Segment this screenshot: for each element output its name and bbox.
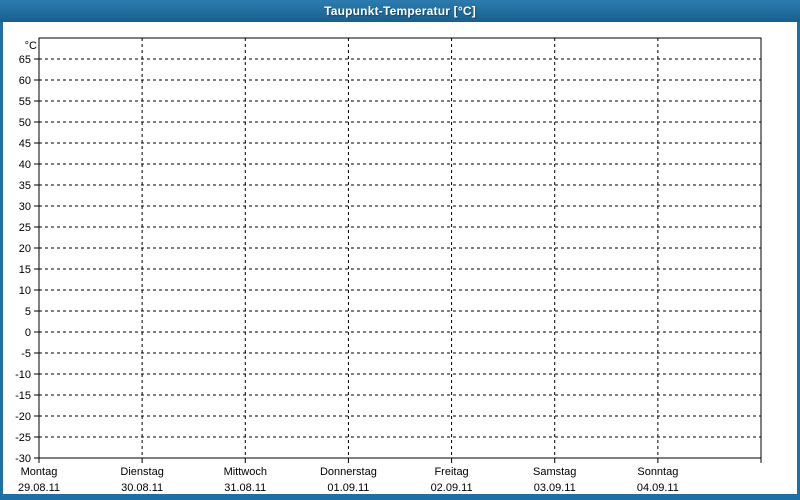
y-tick-label: 20 [19, 243, 31, 255]
x-day-label: Donnerstag [320, 466, 377, 478]
x-date-label: 02.09.11 [431, 482, 473, 494]
y-tick-label: 60 [19, 75, 31, 87]
y-tick-label: 25 [19, 222, 31, 234]
y-axis-unit-label: °C [25, 40, 37, 52]
window-title-bar: Taupunkt-Temperatur [°C] [0, 0, 800, 22]
x-day-label: Sonntag [637, 466, 678, 478]
y-tick-label: 35 [19, 180, 31, 192]
x-date-label: 30.08.11 [121, 482, 163, 494]
y-tick-label: 5 [25, 306, 31, 318]
x-day-label: Samstag [533, 466, 576, 478]
y-tick-label: 10 [19, 285, 31, 297]
window-title: Taupunkt-Temperatur [°C] [324, 4, 476, 18]
y-tick-label: 15 [19, 264, 31, 276]
x-day-label: Mittwoch [224, 466, 267, 478]
chart-window: Taupunkt-Temperatur [°C] °C 65 60 55 50 45 40 3… [0, 0, 800, 500]
x-date-label: 29.08.11 [18, 482, 60, 494]
x-day-label: Montag [21, 466, 58, 478]
x-day-label: Dienstag [120, 466, 163, 478]
y-tick-label: -25 [15, 432, 31, 444]
x-date-label: 31.08.11 [224, 482, 266, 494]
y-tick-label: 0 [25, 327, 31, 339]
y-tick-label: 55 [19, 96, 31, 108]
y-tick-label: 45 [19, 138, 31, 150]
x-day-label: Freitag [434, 466, 468, 478]
x-date-label: 03.09.11 [534, 482, 576, 494]
y-tick-label: -20 [15, 411, 31, 423]
y-tick-label: 30 [19, 201, 31, 213]
x-date-label: 04.09.11 [637, 482, 679, 494]
y-tick-label: 65 [19, 54, 31, 66]
y-tick-label: -10 [15, 369, 31, 381]
chart-canvas: °C65605550454035302520151050-5-10-15-20-… [15, 37, 762, 494]
y-tick-label: 40 [19, 159, 31, 171]
x-date-label: 01.09.11 [327, 482, 369, 494]
y-tick-label: -30 [15, 453, 31, 465]
y-tick-label: -5 [21, 348, 31, 360]
y-tick-label: -15 [15, 390, 31, 402]
y-tick-label: 50 [19, 117, 31, 129]
chart-area: °C 65 60 55 50 45 40 35 30 25 20 15 10 5 0 -5 -10 -15 -20-… [3, 22, 797, 494]
